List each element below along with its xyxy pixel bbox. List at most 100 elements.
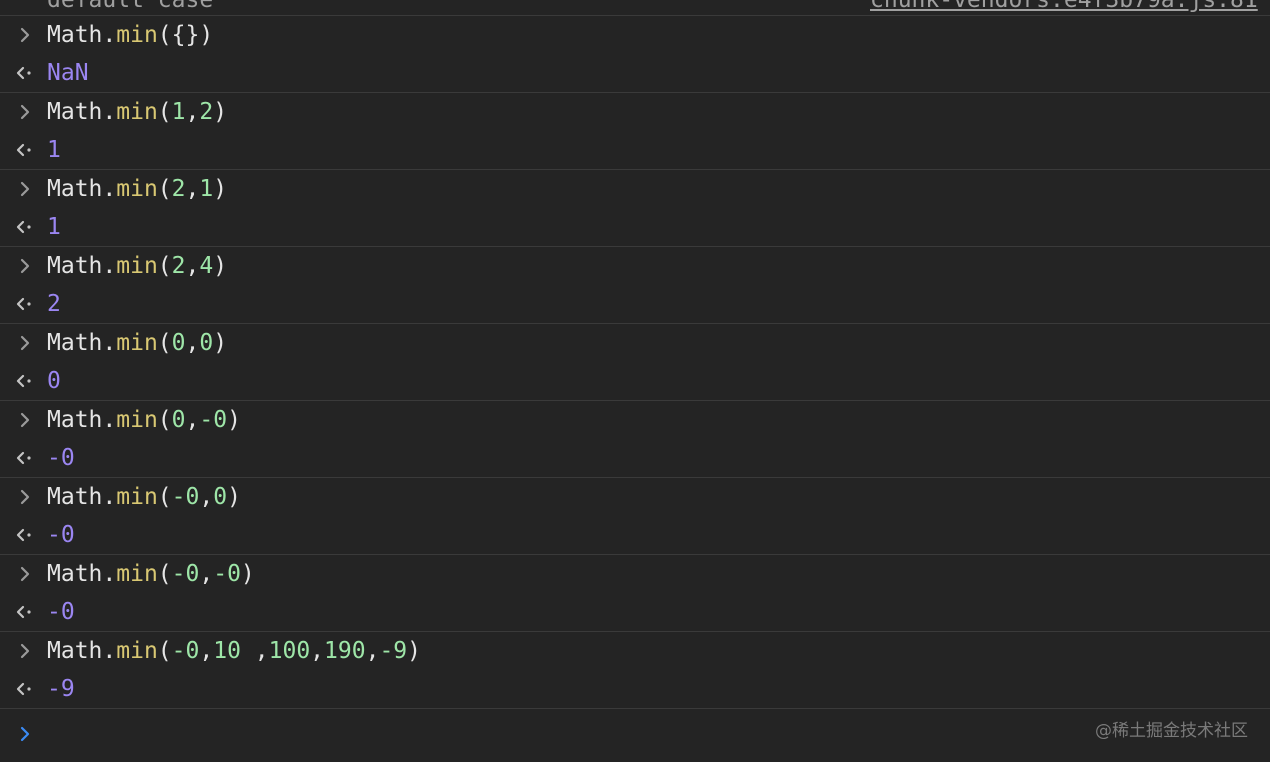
result-value[interactable]: NaN: [47, 54, 89, 92]
close-paren: ): [213, 330, 228, 356]
result-value[interactable]: -0: [47, 439, 75, 477]
object-name: Math.: [47, 638, 117, 664]
punctuation: ,: [365, 638, 380, 664]
result-line: 2: [0, 285, 1270, 323]
result-line: NaN: [0, 54, 1270, 92]
input-expression: Math.min(0,0): [47, 324, 227, 362]
close-paren: ): [213, 99, 228, 125]
console-entry: Math.min({}) NaN: [0, 16, 1270, 93]
argument: 0: [171, 330, 186, 356]
argument: 1: [171, 99, 186, 125]
previous-log-text: default case: [47, 0, 214, 13]
method-name: min: [116, 638, 158, 664]
console-entry: Math.min(-0,-0) -0: [0, 555, 1270, 632]
input-expression: Math.min(-0,10 ,100,190,-9): [47, 632, 421, 670]
punctuation: ,: [185, 407, 200, 433]
argument: 2: [171, 176, 186, 202]
result-value[interactable]: 2: [47, 285, 61, 323]
input-line[interactable]: Math.min(0,0): [0, 324, 1270, 362]
argument: -0: [171, 484, 200, 510]
result-line: 1: [0, 131, 1270, 169]
argument: -0: [171, 638, 200, 664]
console-entry: Math.min(2,1) 1: [0, 170, 1270, 247]
close-paren: ): [227, 484, 241, 510]
input-line[interactable]: Math.min(-0,0): [0, 478, 1270, 516]
method-name: min: [116, 484, 158, 510]
object-name: Math.: [47, 561, 117, 587]
console-entry: Math.min(0,0) 0: [0, 324, 1270, 401]
argument: 2: [171, 253, 186, 279]
input-line[interactable]: Math.min({}): [0, 16, 1270, 54]
open-paren: (: [157, 407, 172, 433]
punctuation: {}: [171, 22, 200, 48]
method-name: min: [116, 22, 158, 48]
object-name: Math.: [47, 22, 117, 48]
punctuation: ,: [199, 484, 214, 510]
close-paren: ): [227, 407, 241, 433]
open-paren: (: [157, 176, 172, 202]
argument: -0: [171, 561, 200, 587]
result-value[interactable]: 0: [47, 362, 61, 400]
chevron-right-icon: [16, 170, 34, 208]
open-paren: (: [157, 22, 172, 48]
input-line[interactable]: Math.min(-0,-0): [0, 555, 1270, 593]
input-line[interactable]: Math.min(-0,10 ,100,190,-9): [0, 632, 1270, 670]
open-paren: (: [157, 253, 172, 279]
previous-log-row: default case chunk-vendors.e4f3b79a.js:8…: [0, 0, 1270, 16]
input-line[interactable]: Math.min(1,2): [0, 93, 1270, 131]
console-entry: Math.min(0,-0) -0: [0, 401, 1270, 478]
chevron-right-icon: [16, 714, 34, 754]
object-name: Math.: [47, 484, 117, 510]
punctuation: ,: [185, 99, 200, 125]
return-arrow-icon: [14, 516, 36, 554]
return-arrow-icon: [14, 131, 36, 169]
input-line[interactable]: Math.min(2,1): [0, 170, 1270, 208]
console-entry: Math.min(2,4) 2: [0, 247, 1270, 324]
result-value[interactable]: -0: [47, 593, 75, 631]
open-paren: (: [157, 638, 172, 664]
result-value[interactable]: -9: [47, 670, 75, 708]
result-line: -0: [0, 516, 1270, 554]
method-name: min: [116, 176, 158, 202]
argument: 2: [199, 99, 214, 125]
close-paren: ): [407, 638, 421, 664]
input-line[interactable]: Math.min(2,4): [0, 247, 1270, 285]
console-entry: Math.min(1,2) 1: [0, 93, 1270, 170]
chevron-right-icon: [16, 478, 34, 516]
return-arrow-icon: [14, 208, 36, 246]
method-name: min: [116, 99, 158, 125]
source-link[interactable]: chunk-vendors.e4f3b79a.js:81: [870, 0, 1258, 13]
result-line: 0: [0, 362, 1270, 400]
punctuation: ,: [199, 638, 214, 664]
argument: -9: [379, 638, 408, 664]
chevron-right-icon: [16, 16, 34, 54]
result-value[interactable]: -0: [47, 516, 75, 554]
input-line[interactable]: Math.min(0,-0): [0, 401, 1270, 439]
input-expression: Math.min({}): [47, 16, 213, 54]
return-arrow-icon: [14, 54, 36, 92]
result-value[interactable]: 1: [47, 208, 61, 246]
open-paren: (: [157, 561, 172, 587]
input-expression: Math.min(0,-0): [47, 401, 241, 439]
close-paren: ): [213, 253, 228, 279]
devtools-console: default case chunk-vendors.e4f3b79a.js:8…: [0, 0, 1270, 762]
result-value[interactable]: 1: [47, 131, 61, 169]
object-name: Math.: [47, 330, 117, 356]
argument: 10: [213, 638, 241, 664]
punctuation: ,: [185, 253, 200, 279]
close-paren: ): [199, 22, 214, 48]
chevron-right-icon: [16, 401, 34, 439]
return-arrow-icon: [14, 593, 36, 631]
input-expression: Math.min(1,2): [47, 93, 227, 131]
punctuation: ,: [240, 638, 269, 664]
argument: -0: [199, 407, 228, 433]
watermark: @稀土掘金技术社区: [1095, 721, 1248, 741]
return-arrow-icon: [14, 439, 36, 477]
input-expression: Math.min(-0,0): [47, 478, 241, 516]
console-input-row[interactable]: [0, 714, 1270, 754]
punctuation: ,: [185, 176, 200, 202]
open-paren: (: [157, 484, 172, 510]
console-entry: Math.min(-0,10 ,100,190,-9) -9: [0, 632, 1270, 709]
result-line: -0: [0, 439, 1270, 477]
punctuation: ,: [310, 638, 325, 664]
